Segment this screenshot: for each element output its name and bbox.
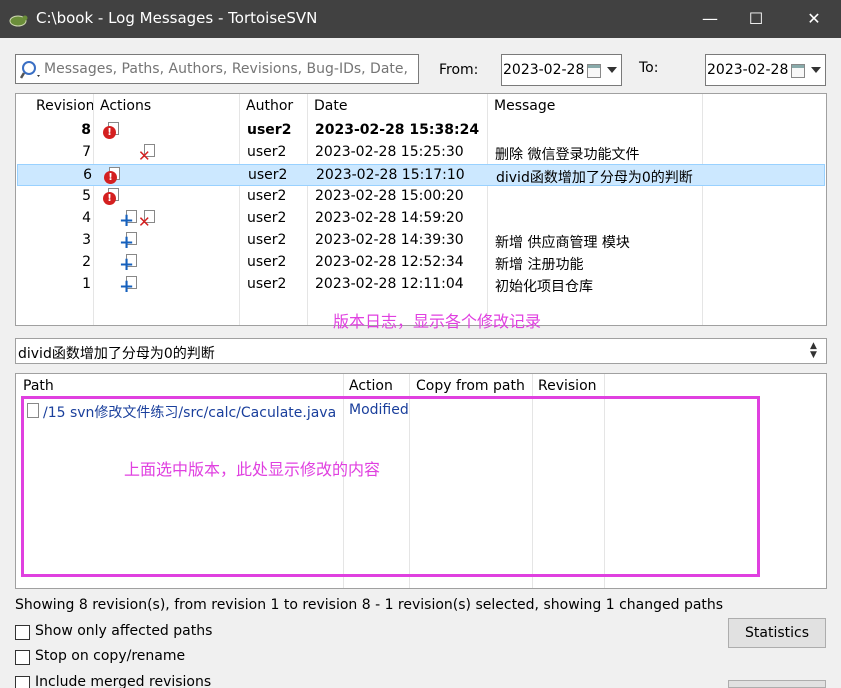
log-row[interactable]: 7 ✕ user2 2023-02-28 15:25:30 删除 微信登录功能文件	[17, 142, 825, 164]
tortoise-icon	[9, 15, 28, 27]
status-text: Showing 8 revision(s), from revision 1 t…	[15, 597, 724, 613]
minimize-button[interactable]: —	[687, 0, 733, 38]
show-affected-paths-checkbox[interactable]: Show only affected paths	[15, 623, 315, 643]
column-header-revision[interactable]: Revision	[36, 98, 95, 114]
checkbox-label: Include merged revisions	[35, 674, 212, 688]
column-header-message[interactable]: Message	[494, 98, 555, 114]
log-row[interactable]: 1 + user2 2023-02-28 12:11:04 初始化项目仓库	[17, 274, 825, 296]
deleted-action-icon: ✕	[138, 210, 155, 230]
revision-cell: 1	[82, 276, 91, 292]
statistics-button[interactable]: Statistics	[728, 618, 826, 648]
log-table[interactable]: Revision Actions Author Date Message 8! u…	[15, 93, 827, 331]
more-button[interactable]	[728, 680, 826, 688]
date-cell: 2023-02-28 15:00:20	[315, 188, 464, 204]
added-action-icon: +	[119, 276, 137, 296]
message-cell: 初始化项目仓库	[495, 279, 593, 295]
log-annotation: 版本日志，显示各个修改记录	[333, 312, 542, 331]
modified-action-icon: !	[103, 188, 119, 205]
checkbox-label: Show only affected paths	[35, 623, 213, 639]
highlight-rectangle	[21, 396, 760, 577]
column-header-author[interactable]: Author	[246, 98, 293, 114]
checkbox-box[interactable]	[15, 676, 30, 688]
to-date-picker[interactable]: 2023-02-28	[705, 54, 826, 86]
log-row[interactable]: 3 + user2 2023-02-28 14:39:30 新增 供应商管理 模块	[17, 230, 825, 252]
message-detail-text: divid函数增加了分母为0的判断	[18, 346, 215, 362]
date-cell: 2023-02-28 14:59:20	[315, 210, 464, 226]
window-title: C:\book - Log Messages - TortoiseSVN	[36, 9, 318, 27]
scroll-spinner-icon[interactable]: ▲ ▼	[810, 342, 820, 360]
column-header-path[interactable]: Path	[23, 378, 54, 394]
close-button[interactable]: ✕	[791, 0, 837, 38]
column-header-revision[interactable]: Revision	[538, 378, 597, 394]
revision-cell: 7	[82, 144, 91, 160]
message-cell: divid函数增加了分母为0的判断	[496, 170, 693, 186]
author-cell: user2	[248, 167, 288, 183]
author-cell: user2	[247, 144, 287, 160]
stop-on-copy-checkbox[interactable]: Stop on copy/rename	[15, 648, 315, 668]
added-action-icon: +	[119, 232, 137, 252]
revision-cell: 6	[83, 167, 92, 183]
search-input[interactable]	[44, 59, 414, 79]
date-cell: 2023-02-28 12:52:34	[315, 254, 464, 270]
author-cell: user2	[247, 232, 287, 248]
to-label: To:	[639, 60, 659, 76]
date-cell: 2023-02-28 14:39:30	[315, 232, 464, 248]
search-icon	[20, 61, 40, 79]
log-row[interactable]: 8! user2 2023-02-28 15:38:24	[17, 120, 825, 142]
date-cell: 2023-02-28 12:11:04	[315, 276, 464, 292]
modified-action-icon: !	[104, 167, 120, 184]
message-cell: 删除 微信登录功能文件	[495, 147, 640, 163]
author-cell: user2	[247, 122, 292, 138]
log-row[interactable]: 2 + user2 2023-02-28 12:52:34 新增 注册功能	[17, 252, 825, 274]
added-action-icon: +	[119, 210, 137, 230]
log-row[interactable]: 4 + ✕ user2 2023-02-28 14:59:20	[17, 208, 825, 230]
from-label: From:	[439, 62, 479, 78]
deleted-action-icon: ✕	[138, 144, 155, 164]
search-field[interactable]	[15, 54, 419, 84]
date-cell: 2023-02-28 15:17:10	[316, 167, 465, 183]
chevron-down-icon[interactable]	[811, 67, 821, 73]
author-cell: user2	[247, 188, 287, 204]
calendar-icon[interactable]	[791, 64, 805, 78]
column-header-actions[interactable]: Actions	[100, 98, 151, 114]
revision-cell: 2	[82, 254, 91, 270]
message-cell: 新增 注册功能	[495, 257, 584, 273]
maximize-button[interactable]: ☐	[733, 0, 779, 38]
from-date-value: 2023-02-28	[503, 62, 585, 78]
message-detail[interactable]: divid函数增加了分母为0的判断 ▲ ▼	[15, 338, 827, 364]
column-header-date[interactable]: Date	[314, 98, 347, 114]
message-cell: 新增 供应商管理 模块	[495, 235, 630, 251]
log-row[interactable]: 6! user2 2023-02-28 15:17:10 divid函数增加了分母为0…	[17, 164, 825, 186]
date-cell: 2023-02-28 15:25:30	[315, 144, 464, 160]
author-cell: user2	[247, 210, 287, 226]
checkbox-label: Stop on copy/rename	[35, 648, 186, 664]
revision-cell: 3	[82, 232, 91, 248]
checkbox-box[interactable]	[15, 650, 30, 665]
log-row[interactable]: 5! user2 2023-02-28 15:00:20	[17, 186, 825, 208]
chevron-down-icon[interactable]	[607, 67, 617, 73]
column-header-copy-from[interactable]: Copy from path	[416, 378, 525, 394]
from-date-picker[interactable]: 2023-02-28	[501, 54, 622, 86]
title-bar: C:\book - Log Messages - TortoiseSVN — ☐…	[0, 0, 841, 38]
revision-cell: 4	[82, 210, 91, 226]
modified-action-icon: !	[103, 122, 119, 139]
include-merged-checkbox[interactable]: Include merged revisions	[15, 674, 315, 688]
added-action-icon: +	[119, 254, 137, 274]
checkbox-box[interactable]	[15, 625, 30, 640]
to-date-value: 2023-02-28	[707, 62, 789, 78]
author-cell: user2	[247, 254, 287, 270]
author-cell: user2	[247, 276, 287, 292]
revision-cell: 5	[82, 188, 91, 204]
calendar-icon[interactable]	[587, 64, 601, 78]
revision-cell: 8	[81, 122, 91, 138]
column-header-action[interactable]: Action	[349, 378, 393, 394]
date-cell: 2023-02-28 15:38:24	[315, 122, 480, 138]
